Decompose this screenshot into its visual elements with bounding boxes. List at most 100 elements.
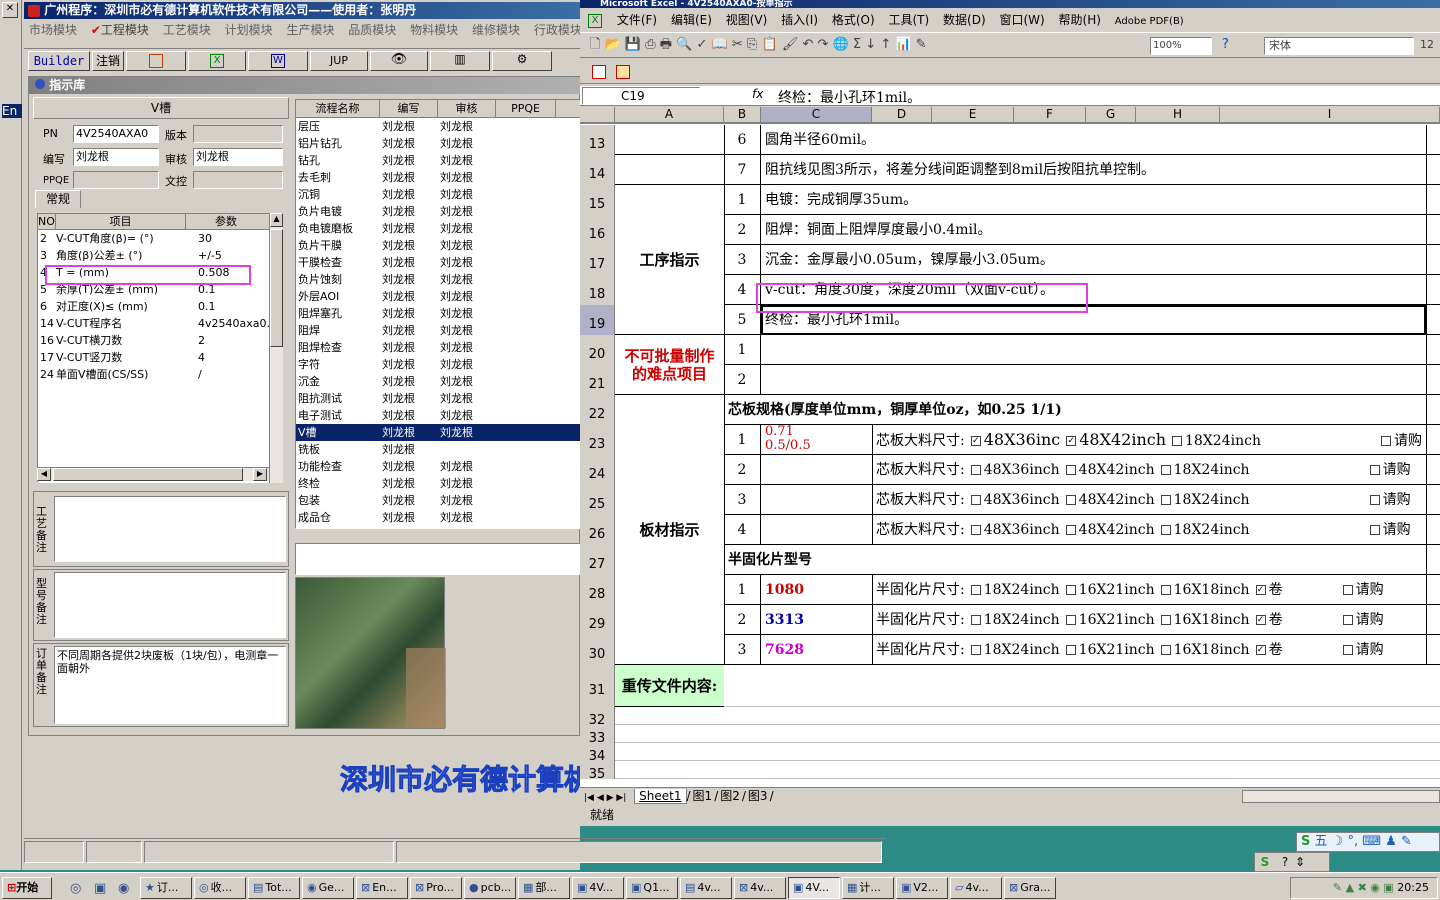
checkbox[interactable] [1369,495,1380,505]
instruction-text[interactable]: 电镀：完成铜厚35um。 [765,185,1440,215]
drawing-icon[interactable]: ✎ [916,37,927,52]
taskbar-item[interactable]: ▣ 4V... [572,877,624,899]
order-note-field[interactable]: 不同周期各提供2块废板（1块/包），电测章一面朝外 [54,646,286,724]
checkbox[interactable] [1342,585,1353,595]
sort-asc-icon[interactable]: ↓ [865,37,876,52]
formula-input[interactable]: 终检：最小孔环1mil。 [778,87,921,107]
building-icon[interactable]: ▥ [430,51,490,71]
param-row[interactable]: 17 V-CUT竖刀数 4 [38,349,282,366]
checkbox[interactable] [970,495,981,505]
font-size-select[interactable]: 12 [1420,33,1434,57]
param-row[interactable]: 16 V-CUT横刀数 2 [38,332,282,349]
scroll-thumb[interactable] [270,229,283,347]
col-header-e[interactable]: E [932,107,1014,123]
item-number[interactable]: 2 [724,215,761,245]
param-row[interactable]: 2 V-CUT角度(β)= (°) 30 [38,230,282,247]
col-header-b[interactable]: B [724,107,761,123]
row-header[interactable]: 20 [580,335,615,365]
flow-row[interactable]: 负片蚀刻 刘龙根 刘龙根 [296,271,580,288]
corner-select-all[interactable] [580,107,615,123]
clock[interactable]: 20:25 [1397,881,1429,894]
param-row[interactable]: 14 V-CUT程序名 4v2540axa0.cs [38,315,282,332]
label-reupload[interactable]: 重传文件内容: [615,665,724,707]
excel-button[interactable]: X [188,51,246,71]
taskbar-item[interactable]: ▤ 4v... [680,877,732,899]
core-thickness[interactable]: 0.71 0.5/0.5 [765,425,869,455]
flow-row[interactable]: 沉金 刘龙根 刘龙根 [296,373,580,390]
flow-row[interactable]: 负片电镀 刘龙根 刘龙根 [296,203,580,220]
flow-row[interactable]: 终检 刘龙根 刘龙根 [296,475,580,492]
cut-icon[interactable]: ✂ [732,37,743,52]
chart-icon[interactable]: 📊 [895,37,911,52]
taskbar-item[interactable]: ▦ 计... [842,877,894,899]
instruction-text[interactable]: 沉金：金厚最小0.05um，镍厚最小3.05um。 [765,245,1440,275]
tab-plan[interactable]: 计划模块 [220,21,278,39]
menu-adobe-pdf[interactable]: Adobe PDF(B) [1110,13,1189,31]
row-header[interactable]: 34 [580,743,615,764]
row-header[interactable]: 14 [580,155,615,185]
flow-note-field[interactable] [295,543,581,575]
author-field[interactable]: 刘龙根 [73,148,159,166]
chevron-icon[interactable]: ⇕ [1295,855,1305,869]
eye-icon[interactable]: 👁 [370,51,428,71]
checkbox[interactable]: ✓ [1255,645,1266,655]
checkbox[interactable] [1065,645,1076,655]
sheet-tab-fig1[interactable]: 图1 [691,789,715,803]
builder-button[interactable]: Builder [28,51,90,71]
instruction-text[interactable]: 圆角半径60mil。 [765,125,1440,155]
tab-production[interactable]: 生产模块 [281,21,339,39]
sheet-tab-fig2[interactable]: 图2 [718,789,742,803]
menu-help[interactable]: 帮助(H) [1054,11,1106,29]
flow-row[interactable]: 铣板 刘龙根 [296,441,580,458]
row-header[interactable]: 29 [580,605,615,635]
flow-row[interactable]: 负电镀磨板 刘龙根 刘龙根 [296,220,580,237]
checkbox[interactable] [1172,436,1183,446]
checkbox[interactable] [1342,645,1353,655]
row-header[interactable]: 28 [580,575,615,605]
logout-button[interactable]: 注销 [92,51,124,71]
instruction-text[interactable]: 阻焊：铜面上阻焊厚度最小0.4mil。 [765,215,1440,245]
row-header[interactable]: 19 [580,305,615,335]
taskbar-item[interactable]: ◉ Ge... [302,877,354,899]
item-number[interactable]: 3 [724,485,761,515]
checkbox[interactable] [1065,615,1076,625]
sheet-tab-fig3[interactable]: 图3 [746,789,770,803]
taskbar-item[interactable]: ◎ 收... [194,877,246,899]
row-header[interactable]: 18 [580,275,615,305]
param-row[interactable]: 3 角度(β)公差± (°) +/-5 [38,247,282,264]
col-header-i[interactable]: I [1220,107,1440,123]
item-number[interactable]: 7 [724,155,761,185]
checkbox[interactable] [1160,615,1171,625]
row-header[interactable]: 26 [580,515,615,545]
menu-insert[interactable]: 插入(I) [776,11,823,29]
flow-row[interactable]: 沉铜 刘龙根 刘龙根 [296,186,580,203]
flow-row[interactable]: 阻焊检查 刘龙根 刘龙根 [296,339,580,356]
fx-icon[interactable]: fx [752,87,763,101]
col-header-a[interactable]: A [615,107,724,123]
tray-icons[interactable]: ✎ ▲ ✖ ◉ ▣ [1333,881,1394,894]
section-header[interactable]: 芯板规格(厚度单位mm，铜厚单位oz，如0.25 1/1) [728,395,1408,425]
pdf-email-icon[interactable] [616,65,630,79]
menu-file[interactable]: 文件(F) [612,11,662,29]
menu-edit[interactable]: 编辑(E) [666,11,717,29]
checkbox[interactable] [1369,525,1380,535]
row-header[interactable]: 15 [580,185,615,215]
sort-desc-icon[interactable]: ↑ [880,37,891,52]
row-header[interactable]: 30 [580,635,615,665]
checkbox[interactable] [970,465,981,475]
flow-row[interactable]: 去毛刺 刘龙根 刘龙根 [296,169,580,186]
taskbar-item[interactable]: ★ 订... [140,877,192,899]
checkbox[interactable] [1342,615,1353,625]
prepreg-type[interactable]: 3313 [765,605,804,635]
menu-tools[interactable]: 工具(T) [884,11,935,29]
checkbox[interactable] [970,645,981,655]
help-icon[interactable]: ? [1222,33,1229,57]
item-number[interactable]: 3 [724,245,761,275]
label-process[interactable]: 工序指示 [615,185,724,335]
checkbox[interactable] [970,585,981,595]
taskbar-item[interactable]: ● pcb... [464,877,516,899]
checkbox[interactable] [1160,495,1171,505]
quick-launch-icon[interactable]: ▣ [94,881,106,896]
taskbar-item[interactable]: ▣ V2... [896,877,948,899]
flow-row[interactable]: 成品仓 刘龙根 刘龙根 [296,509,580,526]
